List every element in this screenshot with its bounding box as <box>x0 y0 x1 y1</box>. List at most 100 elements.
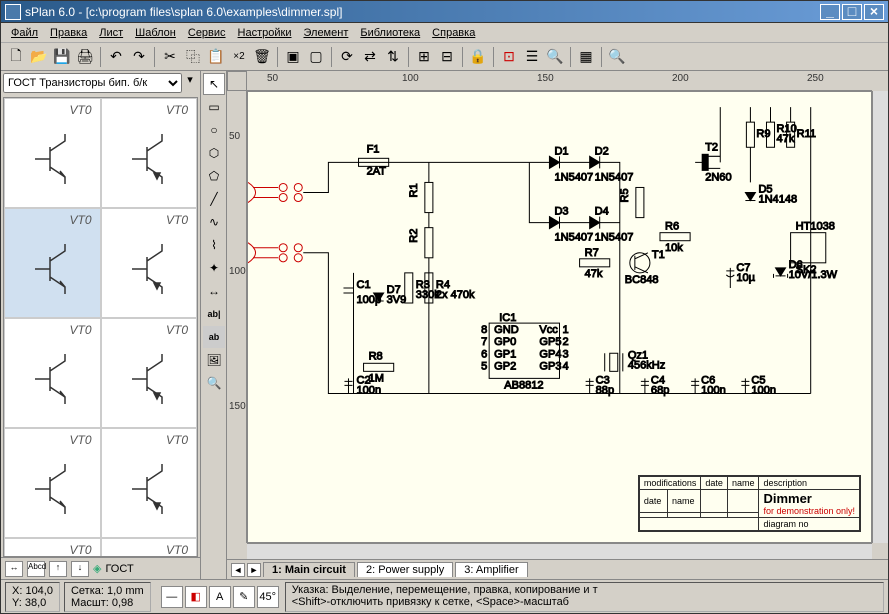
menu-file[interactable]: Файл <box>5 25 44 41</box>
text-tool-icon[interactable]: ab| <box>203 303 225 325</box>
menu-service[interactable]: Сервис <box>182 25 232 41</box>
menu-template[interactable]: Шаблон <box>129 25 182 41</box>
lib-expand-icon[interactable]: ↔ <box>5 561 23 577</box>
svg-text:10k: 10k <box>665 242 683 254</box>
duplicate-icon[interactable]: ×2 <box>228 46 250 68</box>
search-icon[interactable]: 🔍 <box>544 46 566 68</box>
group-icon[interactable]: ⊞ <box>413 46 435 68</box>
svg-text:R11: R11 <box>797 128 816 140</box>
rect-tool-icon[interactable]: ▭ <box>203 96 225 118</box>
lib-up-icon[interactable]: ↑ <box>49 561 67 577</box>
lib-down-icon[interactable]: ↓ <box>71 561 89 577</box>
status-line-icon[interactable]: — <box>161 586 183 608</box>
library-panel: ГОСТ Транзисторы бип. б/к ▾ VT0VT0VT0VT0… <box>1 71 201 579</box>
label-tool-icon[interactable]: ab <box>203 326 225 348</box>
line-tool-icon[interactable]: ╱ <box>203 188 225 210</box>
close-button[interactable]: × <box>864 4 884 20</box>
library-item[interactable]: VT0 <box>4 208 101 318</box>
special-tool-icon[interactable]: ⬡ <box>203 142 225 164</box>
lib-abc-icon[interactable]: Abcd <box>27 561 45 577</box>
svg-text:T1: T1 <box>652 249 665 261</box>
maximize-button[interactable]: □ <box>842 4 862 20</box>
save-icon[interactable]: 💾 <box>51 46 73 68</box>
menu-settings[interactable]: Настройки <box>232 25 298 41</box>
library-item[interactable]: VT0 <box>4 538 101 557</box>
svg-text:100n: 100n <box>751 384 776 396</box>
tab-prev-icon[interactable]: ◄ <box>231 563 245 577</box>
app-icon <box>5 4 21 20</box>
rotate-icon[interactable]: ⟳ <box>336 46 358 68</box>
tab-next-icon[interactable]: ► <box>247 563 261 577</box>
status-pen-icon[interactable]: ✎ <box>233 586 255 608</box>
paste-icon[interactable]: 📋 <box>205 46 227 68</box>
svg-text:D3: D3 <box>554 206 568 218</box>
menu-help[interactable]: Справка <box>426 25 481 41</box>
status-font-icon[interactable]: A <box>209 586 231 608</box>
menu-edit[interactable]: Правка <box>44 25 93 41</box>
snap-icon[interactable]: ⊡ <box>498 46 520 68</box>
library-item[interactable]: VT0 <box>4 428 101 538</box>
vertical-scrollbar[interactable] <box>872 91 888 543</box>
menu-element[interactable]: Элемент <box>297 25 354 41</box>
cut-icon[interactable]: ✂ <box>159 46 181 68</box>
svg-text:R2: R2 <box>408 229 420 243</box>
status-fill-icon[interactable]: ◧ <box>185 586 207 608</box>
svg-text:100n: 100n <box>357 384 382 396</box>
copy-icon[interactable]: ⿻ <box>182 46 204 68</box>
image-tool-icon[interactable]: 🖼 <box>203 349 225 371</box>
tab-power-supply[interactable]: 2: Power supply <box>357 562 453 577</box>
svg-text:1N5407: 1N5407 <box>595 232 634 244</box>
ungroup-icon[interactable]: ⊟ <box>436 46 458 68</box>
mirror-h-icon[interactable]: ⇄ <box>359 46 381 68</box>
lib-check-icon[interactable]: ◈ <box>93 562 101 575</box>
horizontal-scrollbar[interactable] <box>247 543 872 559</box>
svg-text:D1: D1 <box>554 145 568 157</box>
status-angle-icon[interactable]: 45° <box>257 586 279 608</box>
menu-library[interactable]: Библиотека <box>354 25 426 41</box>
library-dropdown[interactable]: ГОСТ Транзисторы бип. б/к <box>3 73 182 93</box>
library-options-icon[interactable]: ▾ <box>182 73 198 95</box>
library-item[interactable]: VT0 <box>4 318 101 428</box>
bezier-tool-icon[interactable]: ⌇ <box>203 234 225 256</box>
new-icon[interactable]: 🗋 <box>5 46 27 68</box>
svg-text:1N5407: 1N5407 <box>595 171 634 183</box>
svg-text:R5: R5 <box>619 188 631 202</box>
redo-icon[interactable]: ↷ <box>128 46 150 68</box>
lock-icon[interactable]: 🔒 <box>467 46 489 68</box>
dimension-tool-icon[interactable]: ↔ <box>203 280 225 302</box>
bring-front-icon[interactable]: ▣ <box>282 46 304 68</box>
mirror-v-icon[interactable]: ⇅ <box>382 46 404 68</box>
titlebar: sPlan 6.0 - [c:\program files\splan 6.0\… <box>1 1 888 23</box>
open-icon[interactable]: 📂 <box>28 46 50 68</box>
library-item[interactable]: VT0 <box>101 428 198 538</box>
svg-text:6: 6 <box>481 348 487 360</box>
library-item[interactable]: VT0 <box>101 208 198 318</box>
list-icon[interactable]: ☰ <box>521 46 543 68</box>
send-back-icon[interactable]: ▢ <box>305 46 327 68</box>
measure-tool-icon[interactable]: 🔍 <box>203 372 225 394</box>
svg-text:AB8812: AB8812 <box>504 379 543 391</box>
library-item[interactable]: VT0 <box>101 538 198 557</box>
delete-icon[interactable]: 🗑 <box>251 46 273 68</box>
library-item[interactable]: VT0 <box>4 98 101 208</box>
library-grid: VT0VT0VT0VT0VT0VT0VT0VT0VT0VT0 <box>3 97 198 557</box>
schematic-canvas[interactable]: F1 2AT D1 1N5407 D2 <box>247 91 872 543</box>
svg-text:2: 2 <box>563 336 569 348</box>
pointer-tool-icon[interactable]: ↖ <box>203 73 225 95</box>
minimize-button[interactable]: _ <box>820 4 840 20</box>
tab-amplifier[interactable]: 3: Amplifier <box>455 562 527 577</box>
undo-icon[interactable]: ↶ <box>105 46 127 68</box>
svg-text:100n: 100n <box>701 384 726 396</box>
library-item[interactable]: VT0 <box>101 98 198 208</box>
poly-tool-icon[interactable]: ⬠ <box>203 165 225 187</box>
svg-text:R8: R8 <box>369 350 383 362</box>
node-tool-icon[interactable]: ✦ <box>203 257 225 279</box>
grid-icon[interactable]: ▦ <box>575 46 597 68</box>
spline-tool-icon[interactable]: ∿ <box>203 211 225 233</box>
menu-sheet[interactable]: Лист <box>93 25 129 41</box>
zoom-icon[interactable]: 🔍 <box>606 46 628 68</box>
circle-tool-icon[interactable]: ○ <box>203 119 225 141</box>
print-icon[interactable]: 🖨 <box>74 46 96 68</box>
library-item[interactable]: VT0 <box>101 318 198 428</box>
tab-main-circuit[interactable]: 1: Main circuit <box>263 562 355 577</box>
